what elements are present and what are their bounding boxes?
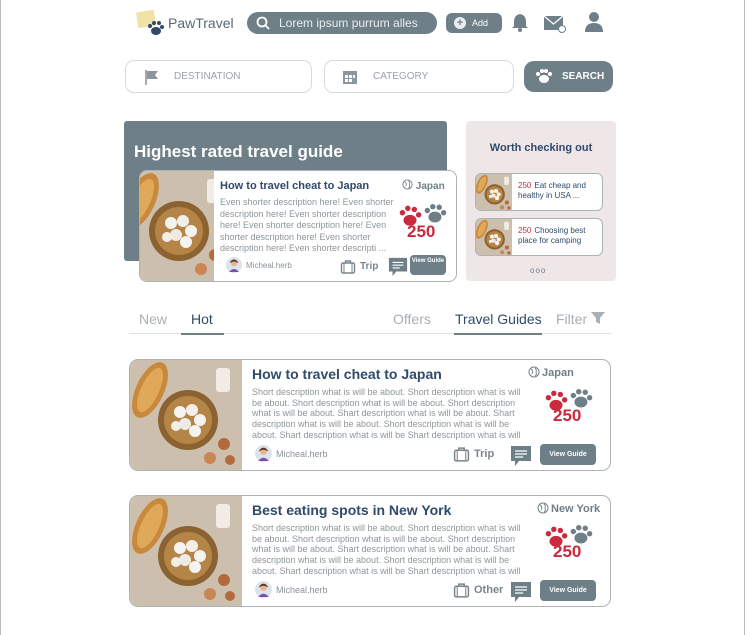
suitcase-icon (453, 582, 470, 599)
guide-title[interactable]: How to travel cheat to Japan (220, 180, 369, 192)
side-item[interactable]: 250 Eat cheap and healthy in USA ... (475, 173, 603, 211)
side-title: Worth checking out (489, 142, 593, 154)
guide-category: Other (453, 582, 503, 602)
brand-name[interactable]: PawTravel (168, 15, 234, 31)
avatar (255, 581, 272, 598)
plus-icon: + (454, 17, 466, 29)
guide-category: Trip (453, 446, 494, 466)
search-button[interactable]: SEARCH (524, 61, 613, 92)
search-placeholder: Lorem ipsum purrum alles (279, 16, 418, 30)
user-icon[interactable] (584, 11, 604, 33)
avatar (226, 257, 242, 273)
guide-title[interactable]: How to travel cheat to Japan (252, 366, 442, 382)
view-guide-button[interactable]: View Guide (540, 580, 596, 601)
tab-travel-guides-underline (454, 333, 542, 335)
mail-icon[interactable] (543, 14, 567, 34)
paw-icon (536, 69, 552, 83)
destination-label: DESTINATION (174, 71, 241, 82)
side-item[interactable]: 250 Choosing best place for camping (475, 218, 603, 256)
hero-guide-card[interactable]: How to travel cheat to Japan Even shorte… (139, 170, 457, 282)
tab-offers[interactable]: Offers (393, 311, 431, 327)
suitcase-icon (453, 446, 470, 463)
view-guide-button[interactable]: View Guide (540, 444, 596, 465)
guide-photo (476, 219, 512, 256)
search-input[interactable]: Lorem ipsum purrum alles (247, 12, 437, 34)
author-name: Micheal.herb (246, 261, 292, 270)
comment-icon[interactable] (510, 445, 532, 467)
filter-icon (591, 312, 606, 324)
add-label: Add (472, 18, 489, 28)
guide-photo (140, 171, 214, 282)
guide-card[interactable]: Best eating spots in New York Short desc… (129, 495, 611, 607)
category-label: CATEGORY (373, 71, 429, 82)
flag-icon (145, 70, 158, 85)
guide-description: Short description what is will be about.… (252, 387, 521, 441)
guide-title[interactable]: Best eating spots in New York (252, 502, 451, 518)
hero-title: Highest rated travel guide (134, 142, 343, 161)
guide-category: Trip (340, 259, 378, 278)
guide-location: New York (551, 503, 600, 515)
guide-card[interactable]: How to travel cheat to Japan Short descr… (129, 359, 611, 471)
destination-select[interactable]: DESTINATION (125, 60, 312, 93)
paw-count: 250 (553, 542, 582, 561)
globe-icon (528, 366, 540, 378)
avatar (255, 445, 272, 462)
calendar-icon (343, 71, 357, 84)
guide-description: Even shorter description here! Even shor… (220, 197, 394, 253)
paw-count: 250 (553, 406, 582, 425)
guide-photo (476, 174, 512, 211)
suitcase-icon (340, 259, 356, 275)
guide-location: Japan (542, 367, 574, 379)
side-item-text: 250 Choosing best place for camping (518, 226, 586, 245)
logo-icon[interactable] (135, 9, 166, 38)
search-button-label: SEARCH (562, 71, 605, 82)
tab-hot-underline (181, 333, 224, 335)
comment-icon[interactable] (510, 581, 532, 603)
pager-dots[interactable]: ooo (530, 266, 546, 275)
category-select[interactable]: CATEGORY (324, 60, 514, 93)
side-item-text: 250 Eat cheap and healthy in USA ... (518, 181, 586, 200)
tab-new[interactable]: New (139, 311, 167, 327)
comment-icon[interactable] (388, 257, 408, 277)
bell-icon[interactable] (511, 12, 529, 32)
tab-travel-guides[interactable]: Travel Guides (455, 311, 542, 327)
guide-location: Japan (402, 179, 445, 192)
add-button[interactable]: + Add (446, 13, 502, 33)
globe-icon (402, 179, 413, 190)
author-name: Micheal.herb (276, 449, 328, 459)
search-icon (256, 16, 270, 30)
paw-count: 250 (407, 222, 436, 241)
worth-checking-panel: Worth checking out 250 Eat cheap and heal… (466, 121, 616, 281)
guide-photo (130, 360, 242, 471)
view-guide-button[interactable]: View Guide (410, 255, 446, 275)
guide-photo (130, 496, 242, 607)
author-name: Micheal.herb (276, 585, 328, 595)
globe-icon (537, 502, 549, 514)
guide-description: Short description what is will be about.… (252, 523, 521, 577)
tab-hot[interactable]: Hot (191, 311, 213, 327)
filter-button[interactable]: Filter (556, 311, 606, 327)
